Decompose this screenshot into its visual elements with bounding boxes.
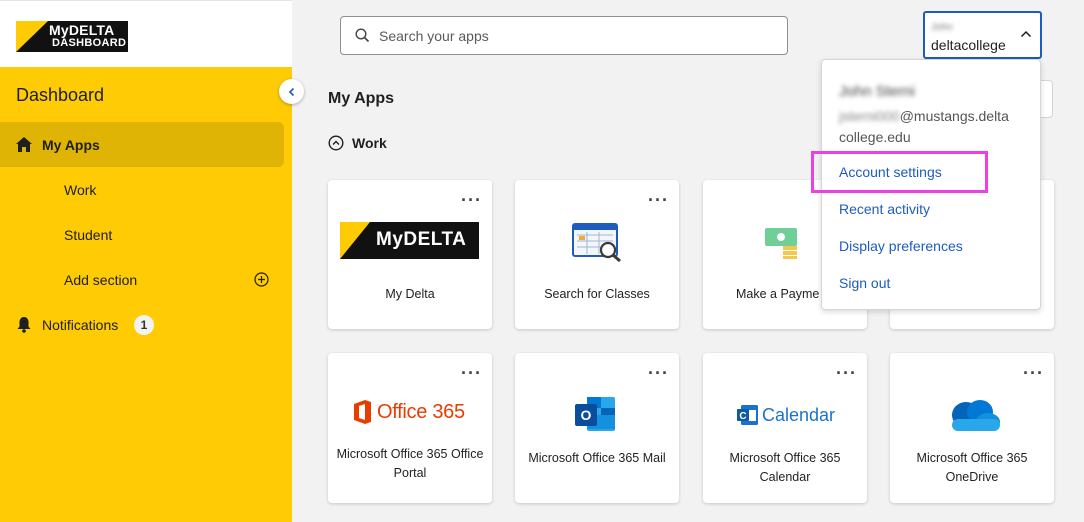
- search-placeholder: Search your apps: [379, 28, 489, 44]
- highlight-box: [811, 151, 988, 193]
- sidebar-title: Dashboard: [16, 85, 105, 105]
- onedrive-icon: [952, 400, 1000, 431]
- more-options-icon[interactable]: ···: [461, 364, 482, 382]
- calendar-logo: C Calendar: [737, 404, 835, 426]
- app-card-calendar[interactable]: ··· C Calendar Microsoft Office 365 Cale…: [703, 353, 867, 503]
- search-icon: [355, 28, 370, 43]
- app-card-label: Microsoft Office 365 Calendar: [729, 451, 841, 484]
- office365-logo: Office 365: [352, 400, 465, 424]
- sidebar-item-label: My Apps: [42, 137, 100, 153]
- logo-text: MyDELTA: [49, 22, 115, 38]
- office365-logo-text: Office 365: [377, 400, 465, 423]
- more-options-icon[interactable]: ···: [648, 191, 669, 209]
- sidebar-item-add-section[interactable]: Add section: [64, 272, 137, 288]
- app-card-mail[interactable]: ··· O Microsoft Office 365 Mail: [515, 353, 679, 503]
- chevron-left-icon: [288, 87, 294, 96]
- collapse-sidebar-button[interactable]: [279, 79, 304, 104]
- sidebar: MyDELTA DASHBOARD Dashboard My Apps Work…: [0, 0, 292, 522]
- display-preferences-link[interactable]: Display preferences: [839, 238, 963, 254]
- class-search-icon: [572, 223, 621, 262]
- payment-icon: [765, 228, 797, 259]
- user-name: John: [931, 22, 953, 33]
- page-title: My Apps: [328, 90, 395, 107]
- calendar-icon: C: [737, 405, 758, 425]
- search-input[interactable]: Search your apps: [340, 16, 788, 55]
- chevron-up-circle-icon: [328, 135, 344, 151]
- svg-text:C: C: [739, 411, 746, 422]
- app-card-label: Microsoft Office 365 OneDrive: [916, 451, 1028, 484]
- app-card-onedrive[interactable]: ··· Microsoft Office 365 OneDrive: [890, 353, 1054, 503]
- more-options-icon[interactable]: ···: [1023, 364, 1044, 382]
- app-card-label: Microsoft Office 365 Mail: [528, 451, 666, 465]
- app-card-label: Microsoft Office 365 Office Portal: [336, 447, 484, 480]
- menu-user-email: jsterni000@mustangs.delta college.edu: [839, 106, 1029, 148]
- app-card-mydelta[interactable]: ··· MyDELTA My Delta: [328, 180, 492, 329]
- app-card-label: Search for Classes: [544, 287, 650, 301]
- more-options-icon[interactable]: ···: [836, 364, 857, 382]
- more-options-icon[interactable]: ···: [648, 364, 669, 382]
- sidebar-item-notifications[interactable]: Notifications: [42, 317, 118, 333]
- app-card-office-portal[interactable]: ··· Office 365 Microsoft Office 365 Offi…: [328, 353, 492, 503]
- calendar-logo-text: Calendar: [762, 404, 836, 425]
- mydelta-dashboard-logo[interactable]: MyDELTA DASHBOARD: [16, 21, 128, 52]
- chevron-up-icon: [1020, 30, 1032, 38]
- section-toggle-work[interactable]: Work: [328, 135, 387, 151]
- section-label: Work: [352, 135, 387, 151]
- app-card-label: My Delta: [385, 287, 435, 301]
- plus-circle-icon[interactable]: [254, 272, 269, 287]
- user-org: deltacollege: [931, 37, 1006, 53]
- sidebar-item-work[interactable]: Work: [64, 182, 96, 198]
- app-card-search-classes[interactable]: ··· Search for Classes: [515, 180, 679, 329]
- sidebar-item-student[interactable]: Student: [64, 227, 112, 243]
- sign-out-link[interactable]: Sign out: [839, 275, 890, 291]
- menu-user-name: John Sterni: [839, 83, 915, 100]
- recent-activity-link[interactable]: Recent activity: [839, 201, 930, 217]
- mydelta-logo: MyDELTA: [340, 222, 479, 259]
- outlook-icon: O: [575, 397, 615, 431]
- notification-count-badge: 1: [134, 315, 154, 335]
- email-user-part: jsterni000: [839, 108, 900, 124]
- brand-header: MyDELTA DASHBOARD: [0, 0, 292, 67]
- office-icon: [354, 400, 371, 424]
- bell-icon: [17, 317, 31, 333]
- home-icon: [16, 137, 32, 152]
- logo-subtext: DASHBOARD: [52, 37, 127, 49]
- svg-text:O: O: [581, 407, 592, 423]
- user-menu-button[interactable]: John deltacollege: [923, 11, 1042, 59]
- more-options-icon[interactable]: ···: [461, 191, 482, 209]
